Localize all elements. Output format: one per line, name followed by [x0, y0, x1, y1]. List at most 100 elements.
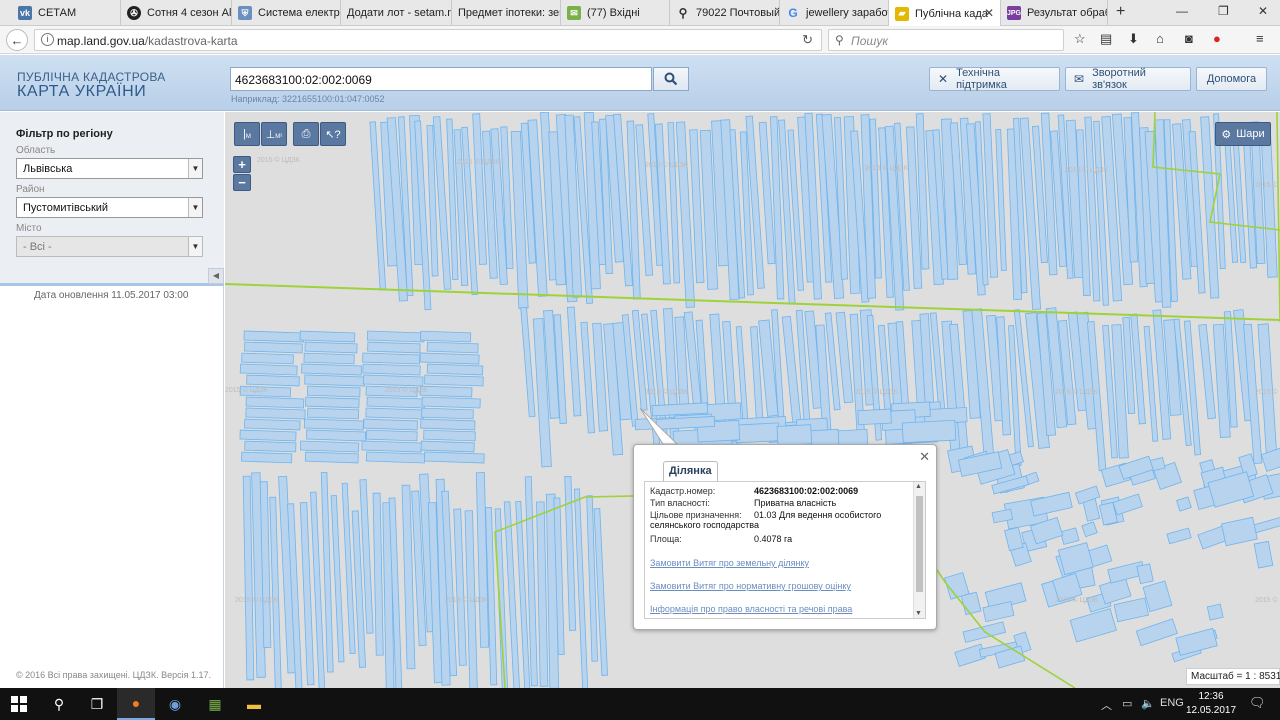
- minimize-icon[interactable]: —: [1176, 4, 1188, 18]
- land-parcel: [1206, 603, 1224, 621]
- download-icon[interactable]: ⬇: [1128, 31, 1139, 47]
- browser-nav-bar: ← i map.land.gov.ua/kadastrova-karta ↻ ⚲…: [0, 26, 1280, 54]
- land-parcel: [363, 418, 418, 431]
- close-icon[interactable]: ✕: [919, 449, 930, 465]
- update-date: Дата оновлення 11.05.2017 03:00: [34, 290, 189, 301]
- land-parcel: [246, 374, 300, 387]
- land-parcel: [776, 424, 813, 446]
- city-select[interactable]: - Всі - ▼: [16, 236, 203, 257]
- land-parcel: [244, 440, 297, 453]
- cadastral-number-input[interactable]: 4623683100:02:002:0069: [230, 67, 652, 91]
- reading-list-icon[interactable]: ▤: [1100, 31, 1112, 47]
- scroll-up-icon[interactable]: ▲: [915, 483, 922, 490]
- info-icon[interactable]: i: [41, 33, 54, 46]
- popup-scrollbar[interactable]: ▲ ▼: [913, 482, 925, 618]
- identify-cursor-icon[interactable]: ↖?: [320, 122, 346, 146]
- search-button[interactable]: [653, 67, 689, 91]
- row-key: Тип власності:: [650, 498, 710, 508]
- watermark-text: 2015 © ЦДЗК: [1055, 596, 1099, 604]
- watermark-text: 2015 © ЦДЗК: [257, 156, 301, 164]
- print-icon[interactable]: ⎙: [293, 122, 319, 146]
- back-arrow-icon[interactable]: ←: [6, 29, 28, 51]
- home-icon[interactable]: ⌂: [1156, 31, 1164, 46]
- search-icon: ⚲: [678, 6, 688, 20]
- measure-length-icon[interactable]: | M: [234, 122, 260, 146]
- oblast-label: Область: [16, 145, 56, 156]
- browser-tab[interactable]: G jewellery заработ: [780, 0, 889, 26]
- mail-icon: ✉: [567, 6, 581, 20]
- help-button[interactable]: Допомога: [1196, 67, 1267, 91]
- watermark-text: 2015 © ЦДЗК: [865, 164, 909, 172]
- measure-area-icon[interactable]: ⊥ M²: [261, 122, 287, 146]
- bookmark-star-icon[interactable]: ☆: [1074, 31, 1086, 47]
- tab-parcel[interactable]: Ділянка: [663, 461, 718, 481]
- chevron-down-icon: ▼: [188, 237, 202, 256]
- watermark-text: 2015 © ЦДЗК: [645, 161, 689, 169]
- search-icon[interactable]: ⚲: [40, 688, 78, 720]
- logo-line2[interactable]: КАРТА УКРАЇНИ: [17, 83, 146, 101]
- network-icon[interactable]: ▭: [1122, 697, 1132, 710]
- land-parcel: [306, 385, 361, 398]
- browser-tab[interactable]: ⛨ Система електро: [232, 0, 341, 26]
- browser-tab[interactable]: ✇ Сотня 4 сезон Ale: [121, 0, 232, 26]
- browser-tab[interactable]: Додати лот - setam.ne: [341, 0, 452, 26]
- browser-tab[interactable]: ⚲ 79022 Почтовый: [670, 0, 780, 26]
- notifications-icon[interactable]: 🗨: [1249, 695, 1266, 711]
- windows-start-icon[interactable]: [0, 688, 38, 720]
- land-parcel: [365, 407, 424, 420]
- browser-search-box[interactable]: ⚲ Пошук: [828, 29, 1064, 51]
- browser-tab[interactable]: vk СЕТАМ: [12, 0, 121, 26]
- ownership-info-link[interactable]: Інформація про право власності та речові…: [650, 604, 852, 614]
- address-bar[interactable]: i map.land.gov.ua/kadastrova-karta ↻: [34, 29, 822, 51]
- tray-expand-icon[interactable]: ︿: [1101, 697, 1112, 713]
- restore-icon[interactable]: ❐: [1218, 4, 1229, 18]
- logo-line1[interactable]: ПУБЛІЧНА КАДАСТРОВА: [17, 70, 166, 84]
- browser-tab-active[interactable]: ▰ Публічна када ✕: [889, 0, 1001, 27]
- scroll-down-icon[interactable]: ▼: [915, 610, 922, 617]
- volume-icon[interactable]: 🔈: [1141, 697, 1155, 710]
- film-reel-icon: ✇: [127, 6, 141, 20]
- land-parcel: [901, 419, 957, 444]
- close-tab-icon[interactable]: ✕: [984, 6, 994, 20]
- zoom-out-button[interactable]: −: [233, 174, 251, 191]
- order-extract-link[interactable]: Замовити Витяг про земельну ділянку: [650, 558, 809, 568]
- task-view-icon[interactable]: ❐: [78, 688, 116, 720]
- browser-tab[interactable]: ✉ (77) Вхідні: [561, 0, 670, 26]
- new-tab-icon[interactable]: +: [1116, 3, 1125, 21]
- system-clock[interactable]: 12:36 12.05.2017: [1186, 690, 1236, 718]
- example-hint: Наприклад: 3221655100:01:047:0052: [231, 94, 385, 104]
- zoom-in-button[interactable]: +: [233, 156, 251, 173]
- spreadsheet-app-icon[interactable]: ▦: [196, 688, 234, 720]
- language-indicator[interactable]: ENG: [1160, 697, 1184, 709]
- close-window-icon[interactable]: ✕: [1258, 4, 1268, 18]
- rayon-select[interactable]: Пустомитівський ▼: [16, 197, 203, 218]
- rayon-label: Район: [16, 184, 45, 195]
- menu-icon[interactable]: ≡: [1256, 31, 1264, 46]
- tab-label: Додати лот - setam.ne: [347, 7, 452, 19]
- order-valuation-link[interactable]: Замовити Витяг про нормативну грошову оц…: [650, 581, 851, 591]
- pocket-icon[interactable]: ◙: [1185, 31, 1193, 46]
- tab-label: Публічна када: [915, 7, 988, 20]
- scroll-thumb[interactable]: [916, 496, 923, 592]
- layers-button[interactable]: ⚙ Шари: [1215, 122, 1271, 146]
- parcel-info-popup: ✕ Ділянка Кадастр.номер: 4623683100:02:0…: [633, 444, 937, 630]
- file-explorer-icon[interactable]: ▬: [235, 688, 273, 720]
- collapse-panel-icon[interactable]: ◀: [208, 268, 224, 284]
- search-icon: [664, 72, 678, 86]
- cadastral-map[interactable]: 2015 © ЦДЗК 2015 © ЦДЗК 2015 © ЦДЗК 2015 © …: [225, 112, 1280, 688]
- clock-date: 12.05.2017: [1186, 705, 1237, 716]
- reload-icon[interactable]: ↻: [802, 32, 813, 48]
- adblock-icon[interactable]: ●: [1213, 31, 1221, 46]
- url-text: map.land.gov.ua/kadastrova-karta: [57, 34, 238, 48]
- oblast-select[interactable]: Львівська ▼: [16, 158, 203, 179]
- feedback-button[interactable]: ✉ Зворотний зв'язок: [1065, 67, 1191, 91]
- copyright: © 2016 Всі права захищені. ЦДЗК. Версія …: [16, 670, 212, 680]
- browser-tab[interactable]: JPG Результат обрабо: [1001, 0, 1108, 26]
- land-parcel: [239, 429, 297, 442]
- land-parcel: [303, 418, 364, 431]
- browser-tab[interactable]: Предмет іпотеки: зем: [452, 0, 561, 26]
- thunderbird-icon[interactable]: ◉: [156, 688, 194, 720]
- tech-support-button[interactable]: ✕ Технічна підтримка: [929, 67, 1060, 91]
- firefox-icon[interactable]: ●: [117, 688, 155, 720]
- city-label: Місто: [16, 223, 42, 234]
